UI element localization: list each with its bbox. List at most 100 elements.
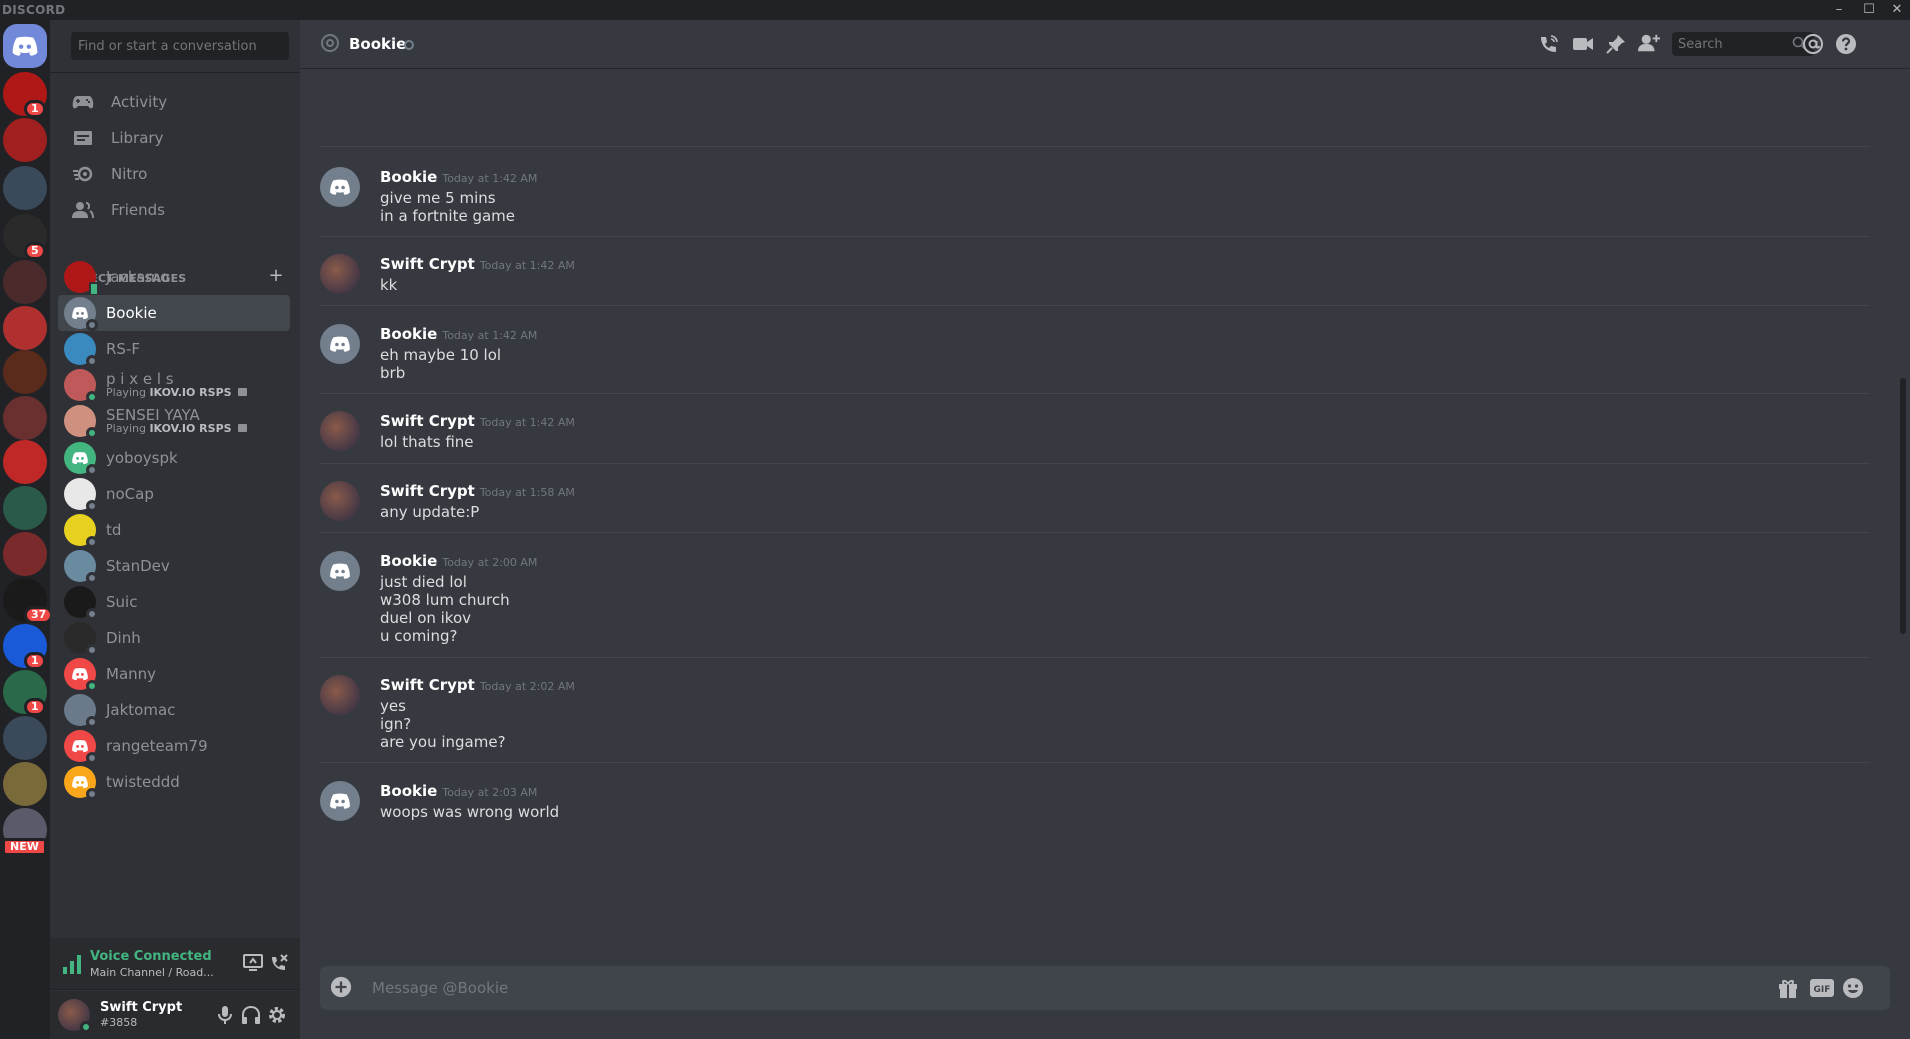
status-indicator xyxy=(86,572,98,584)
user-settings-button[interactable] xyxy=(266,1004,288,1026)
add-friend-to-dm-button[interactable] xyxy=(1638,32,1660,54)
find-conversation-input[interactable] xyxy=(71,32,289,60)
server-mention-badge: 1 xyxy=(24,698,46,716)
message-avatar[interactable] xyxy=(320,675,360,715)
voice-channel-name[interactable]: Main Channel / Road... xyxy=(90,966,214,979)
dm-name: Manny xyxy=(106,665,157,683)
activity-game: IKOV.IO RSPS xyxy=(149,422,232,435)
server-icon[interactable] xyxy=(3,716,47,760)
message-author[interactable]: Swift Crypt xyxy=(380,676,475,694)
rich-presence-icon xyxy=(238,388,248,396)
mentions-button[interactable] xyxy=(1802,33,1824,55)
dm-name: p i x e l s xyxy=(106,370,174,388)
dm-item[interactable]: Jaktomac xyxy=(58,692,290,728)
server-icon[interactable] xyxy=(3,166,47,210)
message-author[interactable]: Bookie xyxy=(380,325,437,343)
dm-item[interactable]: p i x e l s Playing IKOV.IO RSPS xyxy=(58,367,290,403)
dm-item[interactable]: Suic xyxy=(58,584,290,620)
server-icon[interactable] xyxy=(3,396,47,440)
message-avatar[interactable] xyxy=(320,781,360,821)
activity-prefix: Playing xyxy=(106,422,150,435)
emoji-button[interactable] xyxy=(1842,977,1864,999)
dm-avatar xyxy=(64,766,98,800)
message-header: Bookie Today at 2:00 AM xyxy=(380,551,537,570)
server-icon[interactable] xyxy=(3,260,47,304)
disconnect-button[interactable] xyxy=(268,952,290,974)
server-mention-badge: 37 xyxy=(24,606,50,624)
nav-item-activity[interactable]: Activity xyxy=(58,83,290,121)
message-author[interactable]: Swift Crypt xyxy=(380,482,475,500)
pinned-messages-button[interactable] xyxy=(1605,33,1627,55)
dm-name: Jaktomac xyxy=(106,701,176,719)
message-avatar[interactable] xyxy=(320,551,360,591)
message-avatar[interactable] xyxy=(320,324,360,364)
start-voice-call-button[interactable] xyxy=(1538,33,1560,55)
gift-button[interactable] xyxy=(1777,977,1799,999)
discord-logo-icon xyxy=(12,36,38,56)
status-indicator xyxy=(86,319,98,331)
dm-name: SENSEI YAYA xyxy=(106,406,200,424)
scrollbar-thumb[interactable] xyxy=(1900,378,1906,634)
server-icon[interactable] xyxy=(3,440,47,484)
dm-activity: Playing IKOV.IO RSPS xyxy=(106,422,248,435)
dm-item[interactable]: SENSEI YAYA Playing IKOV.IO RSPS xyxy=(58,403,290,439)
upload-button[interactable] xyxy=(330,976,352,998)
server-icon[interactable] xyxy=(3,486,47,530)
friends-icon xyxy=(71,198,95,222)
message-header: Bookie Today at 1:42 AM xyxy=(380,324,537,343)
message-text: eh maybe 10 lol xyxy=(380,346,502,364)
message-author[interactable]: Bookie xyxy=(380,168,437,186)
gif-button[interactable]: GIF xyxy=(1810,977,1834,999)
nav-item-friends[interactable]: Friends xyxy=(58,191,290,229)
dm-item[interactable]: StanDev xyxy=(58,548,290,584)
server-icon[interactable] xyxy=(3,118,47,162)
home-button[interactable] xyxy=(3,24,47,68)
dm-item[interactable]: Manny xyxy=(58,656,290,692)
message-author[interactable]: Swift Crypt xyxy=(380,255,475,273)
plus-circle-icon xyxy=(330,976,352,998)
help-button[interactable] xyxy=(1835,33,1857,55)
message-timestamp: Today at 1:42 AM xyxy=(479,416,575,429)
message-author[interactable]: Bookie xyxy=(380,552,437,570)
close-button[interactable]: ✕ xyxy=(1886,2,1908,18)
start-video-call-button[interactable] xyxy=(1572,33,1594,55)
message-avatar[interactable] xyxy=(320,481,360,521)
dm-avatar xyxy=(64,514,98,548)
dm-item[interactable]: RS-F xyxy=(58,331,290,367)
server-icon[interactable] xyxy=(3,532,47,576)
nav-item-library[interactable]: Library xyxy=(58,119,290,157)
dm-avatar xyxy=(64,586,98,620)
minimize-button[interactable]: – xyxy=(1828,2,1850,18)
nav-item-nitro[interactable]: Nitro xyxy=(58,155,290,193)
mute-button[interactable] xyxy=(214,1004,236,1026)
message-avatar[interactable] xyxy=(320,167,360,207)
message-scrollbar[interactable] xyxy=(1900,68,1906,964)
message-avatar[interactable] xyxy=(320,411,360,451)
deafen-button[interactable] xyxy=(240,1004,262,1026)
dm-avatar xyxy=(64,442,98,476)
dm-item[interactable]: yoboyspk xyxy=(58,440,290,476)
server-icon[interactable] xyxy=(3,306,47,350)
headphones-icon xyxy=(242,1005,260,1024)
gamepad-icon xyxy=(71,90,95,114)
dm-item[interactable]: twisteddd xyxy=(58,764,290,800)
message-author[interactable]: Swift Crypt xyxy=(380,412,475,430)
screen-share-button[interactable] xyxy=(242,952,264,974)
dm-item[interactable]: Jackamo xyxy=(58,259,290,296)
dm-avatar xyxy=(64,478,98,512)
maximize-button[interactable]: ☐ xyxy=(1858,2,1880,18)
message-input[interactable] xyxy=(372,966,1572,1010)
server-icon[interactable] xyxy=(3,350,47,394)
message-avatar[interactable] xyxy=(320,254,360,294)
dm-item[interactable]: noCap xyxy=(58,476,290,512)
status-indicator xyxy=(86,716,98,728)
dm-item[interactable]: td xyxy=(58,512,290,548)
mobile-status-icon xyxy=(89,282,99,296)
message-timestamp: Today at 2:00 AM xyxy=(442,556,538,569)
dm-item[interactable]: Dinh xyxy=(58,620,290,656)
dm-item[interactable]: rangeteam79 xyxy=(58,728,290,764)
message-author[interactable]: Bookie xyxy=(380,782,437,800)
message-header: Bookie Today at 2:03 AM xyxy=(380,781,537,800)
server-icon[interactable] xyxy=(3,762,47,806)
dm-item[interactable]: Bookie xyxy=(58,295,290,331)
